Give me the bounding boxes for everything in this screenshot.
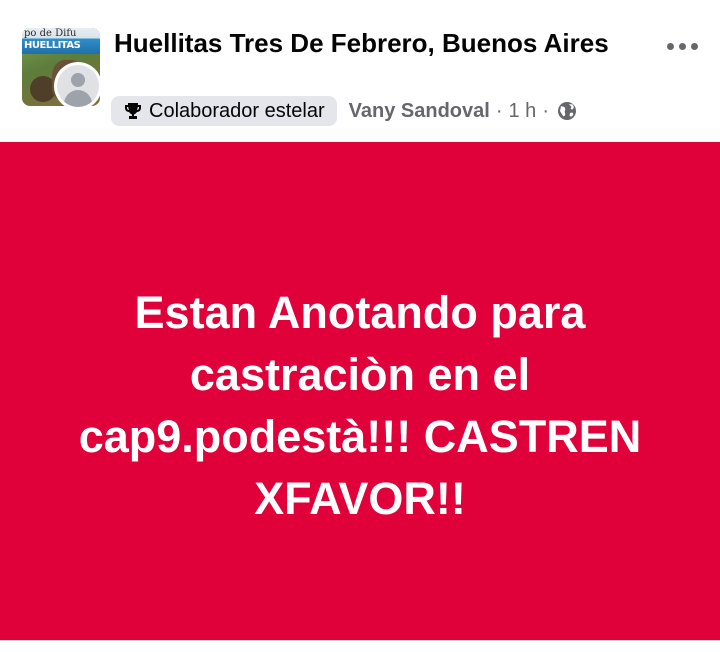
author-avatar[interactable]	[54, 62, 102, 110]
group-name-link[interactable]: Huellitas Tres De Febrero, Buenos Aires	[114, 26, 634, 60]
trophy-icon	[125, 103, 141, 119]
contributor-badge[interactable]: Colaborador estelar	[111, 96, 337, 126]
default-profile-icon	[57, 65, 99, 107]
more-options-icon[interactable]	[660, 34, 704, 58]
group-avatar-text-top: po de Difu	[24, 28, 77, 39]
post-text: Estan Anotando para castraciòn en el cap…	[78, 287, 642, 524]
group-avatar-text-bottom: HUELLITAS	[24, 40, 81, 51]
badge-label: Colaborador estelar	[149, 99, 325, 122]
post-colored-background[interactable]: Estan Anotando para castraciòn en el cap…	[0, 142, 720, 640]
divider	[0, 640, 720, 652]
group-avatar-banner: po de Difu HUELLITAS	[22, 28, 100, 54]
meta-separator: ·	[495, 99, 503, 122]
post-header: po de Difu HUELLITAS Huellitas Tres De F…	[0, 0, 720, 140]
globe-icon[interactable]	[557, 101, 577, 121]
meta-separator: ·	[542, 99, 549, 122]
post-timestamp[interactable]: 1 h	[509, 100, 537, 123]
post-meta: Colaborador estelar Vany Sandoval · 1 h …	[111, 96, 577, 126]
author-name-link[interactable]: Vany Sandoval	[349, 100, 490, 123]
post-card: po de Difu HUELLITAS Huellitas Tres De F…	[0, 0, 720, 652]
